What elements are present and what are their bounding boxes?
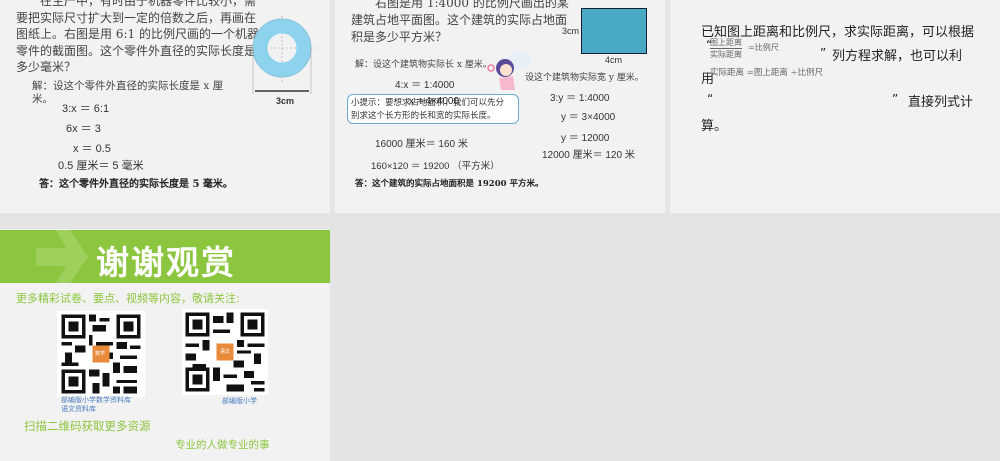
arrow-icon: [36, 230, 88, 283]
question-line: 图纸上。右图是用 6:1 的比例尺画的一个机器: [16, 27, 259, 41]
step: y ＝ 3×4000: [561, 112, 616, 123]
slide-thumbnail-4[interactable]: 谢谢观赏 更多精彩试卷、要点、视频等内容，敬请关注: 数学 语文 部编版小学数学…: [0, 229, 330, 461]
question-line: 右图是用 1:4000 的比例尺画出的某: [351, 0, 569, 10]
question-line: 建筑占地平面图。这个建筑的实际占地面: [351, 13, 568, 27]
text-line: 列方程求解，也可以利: [832, 49, 963, 64]
quote: ”: [820, 46, 827, 60]
qr-badge: 数学: [95, 351, 106, 357]
scan-text: 扫描二维码获取更多资源: [24, 419, 151, 433]
tip-line: 别求这个长方形的长和宽的实际长度。: [351, 111, 496, 121]
ratio-fraction: 图上距离 实际距离: [710, 37, 742, 60]
caption-line: 语文资料库: [61, 405, 96, 413]
building-rectangle: [581, 8, 647, 54]
slide-thumbnail-3[interactable]: 已知图上距离和比例尺，求实际距离，可以根据 “ 图上距离 实际距离 =比例尺 ”…: [670, 0, 1000, 213]
step: 0.5 厘米＝ 5 毫米: [58, 160, 144, 172]
step: 3:y ＝ 1:4000: [550, 93, 610, 104]
left-intro: 解：设这个建筑物实际长 x 厘米。: [355, 60, 492, 70]
solution-intro: 解：设这个零件外直径的实际长度是 x 厘 米。: [32, 80, 223, 106]
fairy-icon: [487, 50, 531, 90]
question-text: 在生产中，有时由于机器零件比较小，需 要把实际尺寸扩大到一定的倍数之后，再画在 …: [16, 0, 259, 76]
thank-you-title: 谢谢观赏: [96, 243, 236, 282]
slogan: 专业的人做专业的事: [175, 439, 270, 451]
caption-line: 部编版小学数学资料库: [61, 396, 131, 404]
step: 4:x ＝ 1:4000: [395, 80, 455, 91]
step: x = 4×4000: [409, 96, 460, 107]
step: y ＝ 12000: [561, 133, 610, 144]
qr2-caption: 部编版小学: [222, 397, 257, 405]
step: 16000 厘米＝ 160 米: [375, 139, 468, 150]
slide-thumbnail-1[interactable]: 在生产中，有时由于机器零件比较小，需 要把实际尺寸扩大到一定的倍数之后，再画在 …: [0, 0, 330, 213]
solution-line: 米。: [32, 93, 53, 105]
step: 160×120 ＝ 19200 （平方米）: [371, 161, 500, 172]
question-line: 要把实际尺寸扩大到一定的倍数之后，再画在: [16, 10, 257, 25]
ring-diagram: [246, 16, 318, 94]
quote: “: [707, 92, 714, 106]
width-label: 4cm: [605, 55, 623, 65]
text-line: 算。: [701, 119, 728, 134]
question-text: 右图是用 1:4000 的比例尺画出的某 建筑占地平面图。这个建筑的实际占地面 …: [351, 0, 569, 46]
height-label: 3cm: [562, 26, 580, 36]
answer: 答：这个建筑的实际占地面积是 19200 平方米。: [355, 179, 544, 189]
fraction-numerator: 图上距离: [710, 38, 742, 49]
fraction-denominator: 实际距离: [710, 50, 742, 59]
step: 6x ＝ 3: [66, 123, 101, 135]
question-line: 积是多少平方米？: [351, 30, 448, 44]
subtitle: 更多精彩试卷、要点、视频等内容，敬请关注:: [16, 292, 240, 305]
slide-thumbnail-2[interactable]: 右图是用 1:4000 的比例尺画出的某 建筑占地平面图。这个建筑的实际占地面 …: [335, 0, 665, 213]
question-line: 多少毫米？: [16, 60, 77, 74]
step: 3:x ＝ 6:1: [62, 103, 110, 115]
solution-line: 解：设这个零件外直径的实际长度是 x 厘: [32, 80, 224, 92]
step: x ＝ 0.5: [73, 143, 111, 155]
answer: 答：这个零件外直径的实际长度是 5 毫米。: [39, 179, 233, 190]
fraction-rhs: =比例尺: [748, 43, 779, 52]
quote: ”: [892, 92, 899, 106]
step: 12000 厘米＝ 120 米: [542, 150, 635, 161]
qr1-caption: 部编版小学数学资料库 语文资料库: [61, 396, 131, 414]
right-intro: 设这个建筑物实际宽 y 厘米。: [525, 73, 644, 83]
question-line: 零件的截面图。这个零件外直径的实际长度是: [16, 43, 257, 58]
text-line: 直接列式计: [908, 95, 974, 110]
dimension-label: 3cm: [276, 96, 295, 106]
qr-badge: 语文: [220, 349, 231, 355]
formula: 实际距离 =图上距离 ÷比例尺: [710, 68, 824, 78]
question-line: 在生产中，有时由于机器零件比较小，需: [16, 0, 257, 8]
